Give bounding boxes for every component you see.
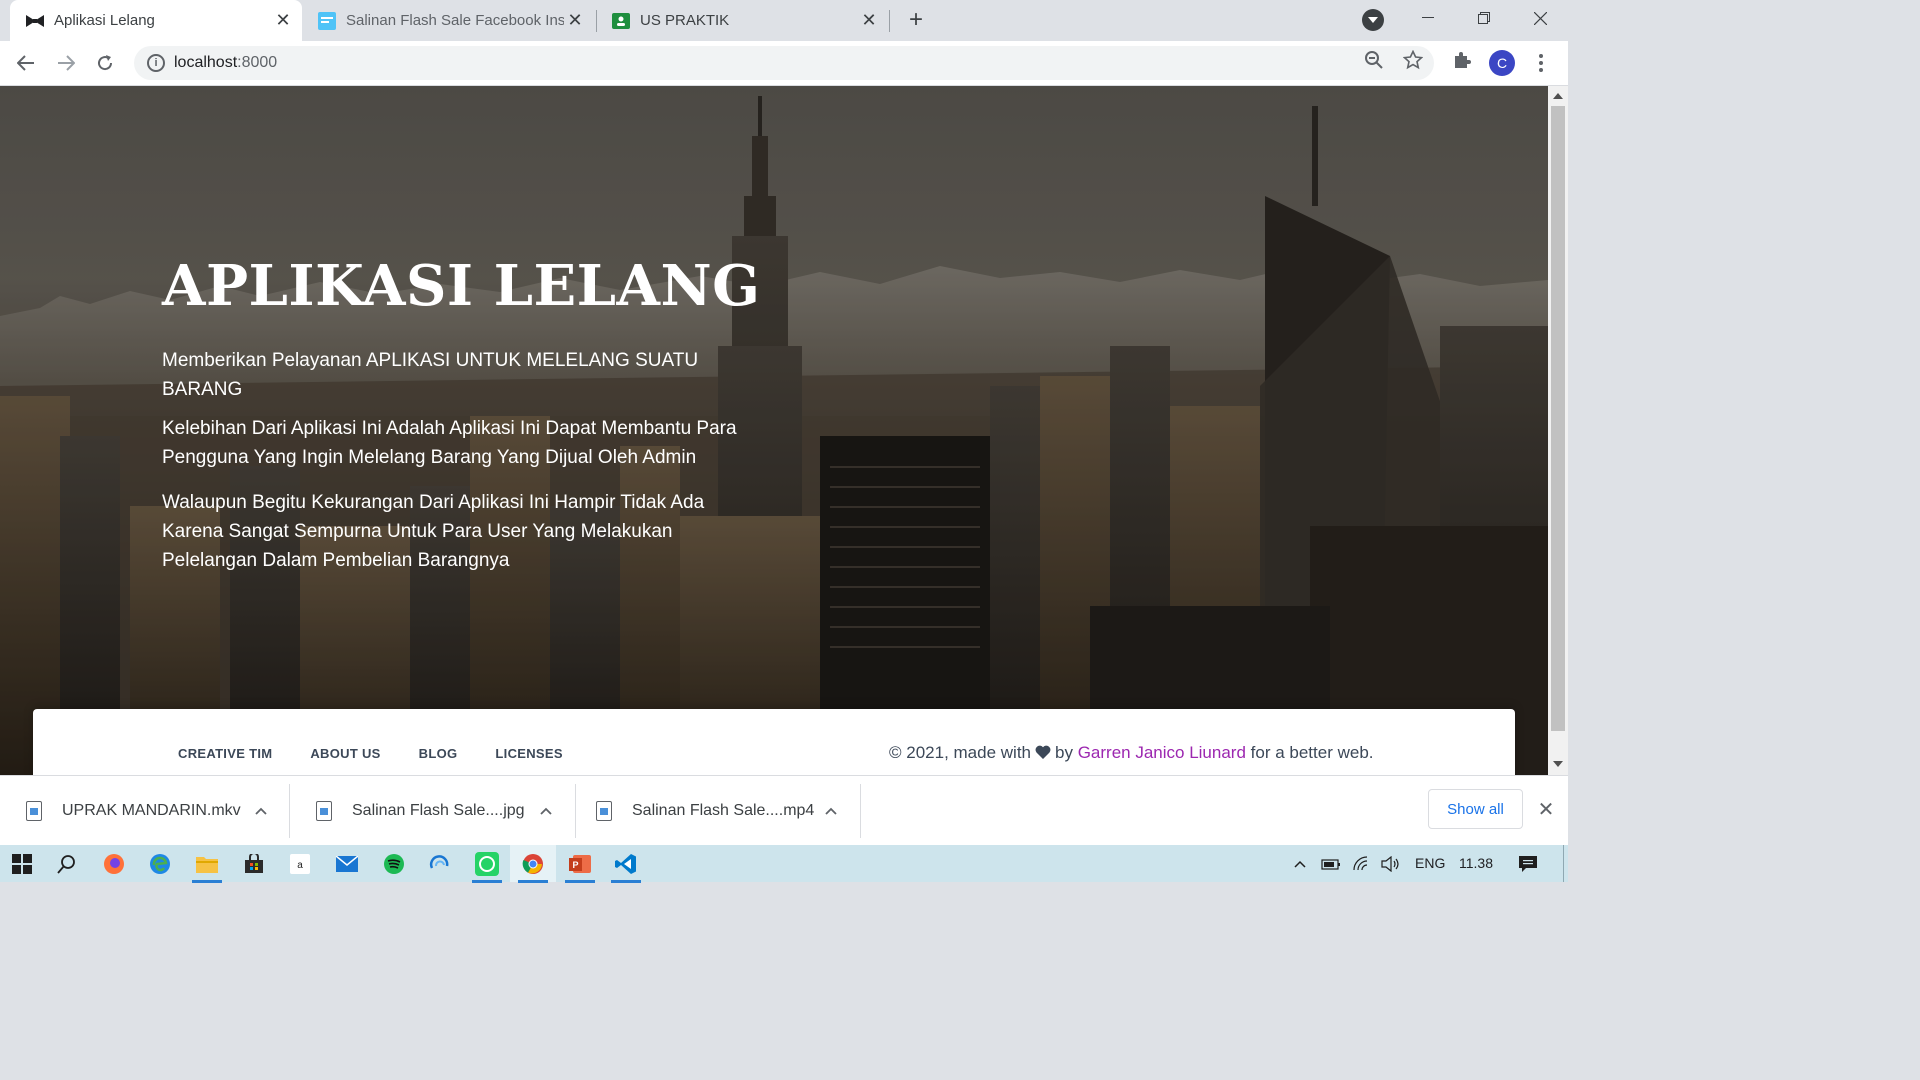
download-item-2[interactable]: Salinan Flash Sale....jpg (290, 784, 575, 838)
scrollbar-thumb[interactable] (1551, 106, 1565, 731)
file-explorer-icon[interactable] (192, 849, 222, 883)
tab-salinan-flash-sale[interactable]: Salinan Flash Sale Facebook Insta ✕ (302, 0, 594, 41)
download-item-1[interactable]: UPRAK MANDARIN.mkv (0, 784, 288, 838)
close-tab-icon[interactable]: ✕ (858, 10, 880, 32)
browser-swirl-icon[interactable] (425, 849, 455, 879)
heart-icon (1035, 745, 1051, 759)
profile-avatar[interactable]: C (1489, 50, 1515, 76)
language-indicator[interactable]: ENG (1415, 855, 1445, 871)
svg-text:P: P (572, 860, 578, 870)
chevron-up-icon[interactable] (822, 802, 840, 820)
footer: CREATIVE TIM ABOUT US BLOG LICENSES © 20… (33, 709, 1515, 775)
tab-separator (889, 10, 890, 32)
wifi-icon[interactable] (1350, 849, 1376, 879)
image-file-icon (318, 11, 336, 30)
forward-arrow-icon[interactable] (50, 47, 82, 79)
tab-title: US PRAKTIK (640, 12, 730, 29)
image-file-icon (316, 801, 332, 821)
footer-link-creative-tim[interactable]: CREATIVE TIM (178, 746, 272, 761)
tab-title: Salinan Flash Sale Facebook Insta (346, 12, 564, 29)
vscode-icon[interactable] (611, 849, 641, 883)
footer-link-blog[interactable]: BLOG (419, 746, 458, 761)
tab-title: Aplikasi Lelang (54, 12, 155, 29)
footer-link-licenses[interactable]: LICENSES (495, 746, 562, 761)
zoom-out-icon[interactable] (1363, 49, 1385, 71)
video-file-icon (26, 801, 42, 821)
chrome-icon[interactable] (518, 849, 548, 883)
close-tab-icon[interactable]: ✕ (272, 10, 294, 32)
whatsapp-icon[interactable] (472, 849, 502, 883)
volume-icon[interactable] (1378, 849, 1404, 879)
clock-time[interactable]: 11.38 (1459, 855, 1493, 871)
restore-window-icon[interactable] (1456, 0, 1512, 36)
close-window-icon[interactable] (1512, 0, 1568, 36)
search-icon[interactable] (52, 849, 82, 879)
footer-nav: CREATIVE TIM ABOUT US BLOG LICENSES (178, 746, 563, 761)
powerpoint-icon[interactable]: P (565, 849, 595, 883)
tray-chevron-up-icon[interactable] (1290, 849, 1310, 879)
hero-paragraph-1: Memberikan Pelayanan APLIKASI UNTUK MELE… (162, 349, 699, 400)
spotify-icon[interactable] (379, 849, 409, 879)
hero-paragraph-3: Walaupun Begitu Kekurangan Dari Aplikasi… (162, 491, 705, 571)
bookmark-star-icon[interactable] (1402, 49, 1424, 71)
address-bar[interactable]: i localhost:8000 (134, 46, 1434, 80)
page-viewport: APLIKASI LELANG Memberikan Pelayanan APL… (0, 86, 1548, 775)
download-item-3[interactable]: Salinan Flash Sale....mp4 (570, 784, 860, 838)
download-separator (860, 784, 861, 838)
show-desktop-edge[interactable] (1563, 845, 1564, 882)
store-bag-icon[interactable] (239, 849, 269, 879)
chrome-menu-icon[interactable] (1530, 50, 1552, 76)
scroll-down-arrow-icon[interactable] (1553, 761, 1563, 767)
battery-icon[interactable] (1318, 849, 1344, 879)
show-all-downloads-button[interactable]: Show all (1428, 789, 1523, 829)
footer-link-about-us[interactable]: ABOUT US (310, 746, 380, 761)
close-tab-icon[interactable]: ✕ (564, 10, 586, 32)
download-bar: UPRAK MANDARIN.mkv Salinan Flash Sale...… (0, 775, 1568, 845)
svg-text:a: a (297, 860, 303, 871)
firefox-icon[interactable] (99, 849, 129, 879)
scroll-up-arrow-icon[interactable] (1553, 93, 1563, 99)
back-arrow-icon[interactable] (10, 47, 42, 79)
new-tab-plus-icon[interactable]: + (902, 6, 930, 34)
minimize-icon[interactable] (1400, 0, 1456, 36)
tab-aplikasi-lelang[interactable]: Aplikasi Lelang ✕ (10, 0, 302, 41)
edge-icon[interactable] (145, 849, 175, 879)
download-filename: Salinan Flash Sale....mp4 (632, 802, 815, 819)
download-filename: UPRAK MANDARIN.mkv (62, 802, 241, 819)
bowtie-icon (26, 12, 44, 30)
reload-icon[interactable] (89, 47, 121, 79)
tab-us-praktik[interactable]: US PRAKTIK ✕ (596, 0, 888, 41)
windows-taskbar: a P ENG 11.38 (0, 845, 1568, 883)
author-link[interactable]: Garren Janico Liunard (1078, 743, 1246, 762)
download-filename: Salinan Flash Sale....jpg (352, 802, 525, 819)
browser-tab-strip: Aplikasi Lelang ✕ Salinan Flash Sale Fac… (0, 0, 1568, 41)
site-info-icon[interactable]: i (147, 54, 165, 72)
amazon-icon[interactable]: a (285, 849, 315, 879)
page-scrollbar[interactable] (1548, 86, 1568, 775)
windows-start-icon[interactable] (7, 849, 37, 879)
tab-search-chevron-icon[interactable] (1362, 9, 1384, 31)
close-download-bar-icon[interactable]: ✕ (1535, 798, 1557, 821)
video-file-icon (596, 801, 612, 821)
extensions-puzzle-icon[interactable] (1451, 49, 1473, 71)
chevron-up-icon[interactable] (537, 802, 555, 820)
google-classroom-icon (612, 12, 630, 30)
browser-toolbar: i localhost:8000 C (0, 41, 1568, 86)
hero-paragraph-2: Kelebihan Dari Aplikasi Ini Adalah Aplik… (162, 417, 737, 468)
mail-icon[interactable] (332, 849, 362, 879)
hero-title: APLIKASI LELANG (162, 253, 761, 319)
copyright-text: © 2021, made with by Garren Janico Liunar… (889, 743, 1374, 762)
hero-content: APLIKASI LELANG Memberikan Pelayanan APL… (162, 253, 762, 585)
url-text: localhost:8000 (174, 54, 278, 71)
notification-center-icon[interactable] (1513, 849, 1543, 879)
chevron-up-icon[interactable] (252, 802, 270, 820)
